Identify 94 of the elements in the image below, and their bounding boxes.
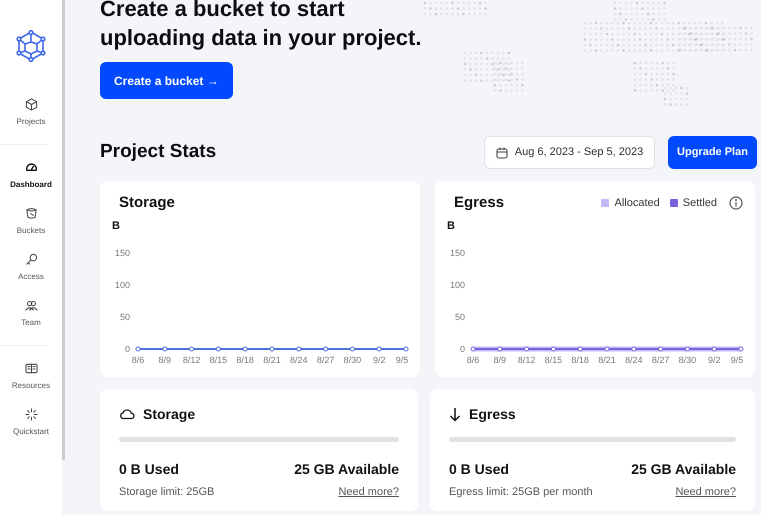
data-point (470, 346, 476, 352)
info-icon[interactable] (729, 196, 743, 210)
axis-tick-label: 50 (454, 312, 465, 322)
gauge-icon (24, 161, 38, 174)
axis-tick-label: 8/18 (236, 355, 254, 365)
data-point (524, 346, 530, 352)
legend-label: Allocated (614, 196, 660, 211)
used-amount: 0 B Used (119, 460, 179, 479)
used-amount: 0 B Used (449, 460, 509, 479)
axis-tick-label: 8/15 (210, 355, 228, 365)
axis-tick-label: 9/5 (396, 355, 408, 365)
sidebar-item[interactable]: Buckets (0, 199, 62, 245)
data-point (376, 346, 382, 352)
people-icon (24, 299, 38, 312)
available-amount: 25 GB Available (294, 460, 399, 479)
data-point (497, 346, 502, 352)
card-title: Storage (143, 404, 196, 424)
date-range-picker[interactable]: Aug 6, 2023 - Sep 5, 2023 (484, 136, 655, 169)
data-point (578, 346, 583, 352)
axis-unit-label: B (447, 220, 455, 232)
calendar-icon (496, 146, 508, 158)
heading-line: uploading data in your project. (100, 24, 422, 52)
axis-tick-label: 150 (114, 248, 130, 258)
axis-tick-label: 8/24 (290, 355, 308, 365)
section-title: Project Stats (100, 140, 216, 164)
chart-title: Storage (119, 192, 175, 213)
sidebar-item[interactable]: Access (0, 245, 62, 291)
axis-tick-label: 8/9 (158, 355, 172, 365)
axis-tick-label: 8/21 (598, 355, 616, 365)
available-amount: 25 GB Available (631, 460, 736, 479)
axis-tick-label: 8/18 (571, 355, 589, 365)
axis-tick-label: 8/6 (132, 355, 144, 365)
axis-tick-label: 9/2 (708, 355, 720, 365)
upgrade-plan-button[interactable]: Upgrade Plan (668, 136, 757, 169)
axis-tick-label: 100 (114, 280, 130, 290)
data-point (189, 346, 194, 352)
sidebar-item[interactable]: Quickstart (0, 400, 62, 446)
chart-title: Egress (454, 192, 504, 213)
sidebar-item[interactable]: Resources (0, 354, 62, 400)
card-title: Egress (469, 404, 516, 424)
cube-icon (24, 98, 38, 111)
data-point (404, 346, 408, 352)
sidebar-item[interactable]: Team (0, 291, 62, 337)
create-bucket-button[interactable]: Create a bucket → (100, 62, 233, 99)
sidebar-item[interactable]: Dashboard (0, 153, 62, 199)
axis-tick-label: 8/12 (182, 355, 200, 365)
data-point (136, 346, 140, 352)
sidebar-item[interactable]: Projects (0, 90, 62, 136)
axis-tick-label: 8/9 (494, 355, 506, 365)
data-point (631, 346, 636, 352)
need-more-link[interactable]: Need more? (338, 484, 399, 500)
data-point (162, 346, 168, 352)
axis-tick-label: 9/5 (730, 355, 744, 365)
axis-tick-label: 8/12 (518, 355, 536, 365)
axis-tick-label: 8/21 (263, 355, 281, 365)
axis-tick-label: 8/30 (344, 355, 362, 365)
axis-tick-label: 150 (450, 248, 465, 258)
heading-line: Create a bucket to start (100, 0, 346, 23)
scrollbar[interactable] (62, 0, 65, 460)
axis-tick-label: 8/30 (678, 355, 696, 365)
data-point (216, 346, 221, 352)
data-point (738, 346, 744, 352)
logo-icon (16, 30, 46, 62)
data-point (270, 346, 274, 352)
data-point (323, 346, 328, 352)
data-point (684, 346, 690, 352)
bucket-icon (24, 207, 38, 220)
book-icon (24, 362, 38, 375)
axis-tick-label: 8/6 (466, 355, 480, 365)
key-icon (24, 253, 38, 266)
axis-tick-label: 50 (120, 312, 130, 322)
data-point (712, 346, 717, 352)
need-more-link[interactable]: Need more? (675, 484, 736, 500)
data-point (550, 346, 556, 352)
axis-tick-label: 9/2 (372, 355, 386, 365)
axis-unit-label: B (112, 220, 120, 232)
axis-tick-label: 8/24 (625, 355, 643, 365)
axis-tick-label: 8/27 (652, 355, 670, 365)
data-point (658, 346, 664, 352)
limit-text: Storage limit: 25GB (119, 485, 214, 500)
axis-tick-label: 8/15 (544, 355, 562, 365)
axis-tick-label: 8/27 (316, 355, 334, 365)
loader-icon (24, 408, 38, 421)
data-point (350, 346, 355, 352)
data-point (242, 346, 248, 352)
data-point (604, 346, 610, 352)
limit-text: Egress limit: 25GB per month (449, 485, 593, 500)
axis-tick-label: 0 (124, 344, 130, 354)
axis-tick-label: 0 (460, 344, 465, 354)
legend-label: Settled (682, 196, 717, 211)
data-point (296, 346, 302, 352)
down-arrow-icon (449, 406, 461, 422)
cloud-icon (119, 408, 135, 420)
axis-tick-label: 100 (450, 280, 465, 290)
